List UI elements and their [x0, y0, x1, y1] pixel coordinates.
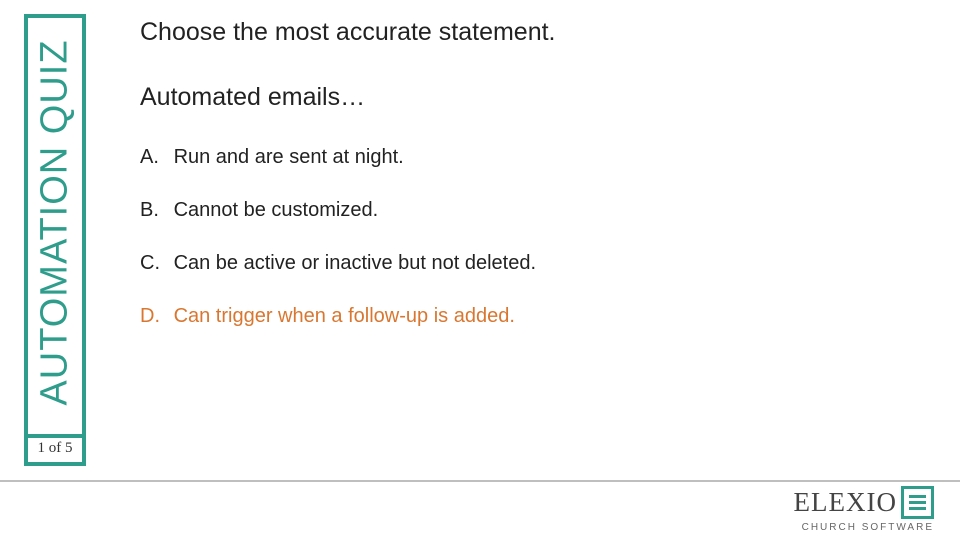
option-d[interactable]: D. Can trigger when a follow-up is added…	[140, 305, 920, 328]
quiz-slide: AUTOMATION QUIZ 1 of 5 Choose the most a…	[0, 0, 960, 540]
brand-tagline: CHURCH SOFTWARE	[794, 522, 934, 533]
sidebar-title: AUTOMATION QUIZ	[24, 14, 86, 430]
question-stem: Automated emails…	[140, 83, 920, 112]
option-text: Can trigger when a follow-up is added.	[174, 305, 515, 327]
option-letter: C.	[140, 252, 168, 275]
option-text: Cannot be customized.	[174, 199, 379, 221]
bars-icon	[901, 486, 934, 519]
option-letter: B.	[140, 199, 168, 222]
brand-logo: ELEXIO CHURCH SOFTWARE	[794, 486, 934, 533]
progress-label: 1 of 5	[38, 440, 73, 457]
sidebar-title-text: AUTOMATION QUIZ	[34, 39, 77, 405]
option-text: Can be active or inactive but not delete…	[174, 252, 536, 274]
option-letter: D.	[140, 305, 168, 328]
brand-main: ELEXIO	[794, 486, 934, 519]
option-text: Run and are sent at night.	[174, 146, 404, 168]
option-letter: A.	[140, 146, 168, 169]
progress-counter: 1 of 5	[24, 434, 86, 466]
option-b[interactable]: B. Cannot be customized.	[140, 199, 920, 222]
footer-divider	[0, 480, 960, 482]
question-content: Choose the most accurate statement. Auto…	[140, 18, 920, 358]
option-a[interactable]: A. Run and are sent at night.	[140, 146, 920, 169]
question-instruction: Choose the most accurate statement.	[140, 18, 920, 47]
brand-name: ELEXIO	[794, 487, 897, 518]
option-c[interactable]: C. Can be active or inactive but not del…	[140, 252, 920, 275]
